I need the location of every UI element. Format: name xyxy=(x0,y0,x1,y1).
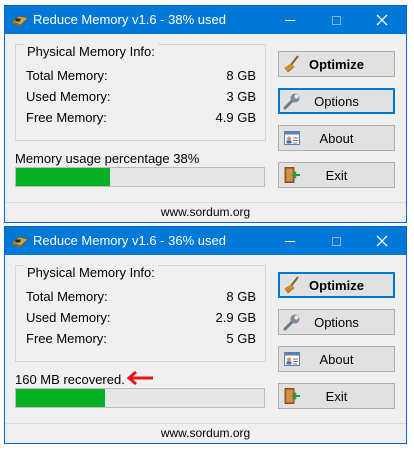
memory-chip-icon xyxy=(11,234,29,248)
exit-door-icon xyxy=(283,166,301,184)
reduce-memory-window-2: Reduce Memory v1.6 - 36% used Physical M… xyxy=(4,226,407,444)
total-memory-label: Total Memory: xyxy=(26,68,108,83)
options-button[interactable]: Options xyxy=(278,88,395,114)
about-button[interactable]: About xyxy=(278,125,395,151)
wrench-icon xyxy=(283,92,301,110)
optimize-label: Optimize xyxy=(309,277,364,293)
title-bar[interactable]: Reduce Memory v1.6 - 36% used xyxy=(5,227,406,255)
memory-usage-progress-bar xyxy=(15,388,265,408)
wrench-icon xyxy=(283,313,301,331)
free-memory-label: Free Memory: xyxy=(26,331,107,346)
total-memory-label: Total Memory: xyxy=(26,289,108,304)
free-memory-label: Free Memory: xyxy=(26,110,107,125)
close-icon xyxy=(376,235,388,247)
optimize-label: Optimize xyxy=(309,56,364,72)
title-bar[interactable]: Reduce Memory v1.6 - 38% used xyxy=(5,6,406,34)
progress-fill xyxy=(16,168,111,186)
free-memory-value: 4.9 GB xyxy=(215,110,256,125)
maximize-icon xyxy=(331,15,341,25)
minimize-button[interactable] xyxy=(267,227,313,255)
group-title: Physical Memory Info: xyxy=(24,44,158,59)
physical-memory-group: Physical Memory Info: Total Memory: 8 GB… xyxy=(15,44,266,141)
about-button[interactable]: About xyxy=(278,346,395,372)
exit-label: Exit xyxy=(325,167,348,183)
footer-link[interactable]: www.sordum.org xyxy=(5,423,406,443)
total-memory-row: Total Memory: 8 GB xyxy=(26,289,256,307)
group-title: Physical Memory Info: xyxy=(24,265,158,280)
free-memory-row: Free Memory: 5 GB xyxy=(26,331,256,349)
exit-button[interactable]: Exit xyxy=(278,162,395,188)
memory-usage-progress-bar xyxy=(15,167,265,187)
minimize-icon xyxy=(285,19,295,21)
options-label: Options xyxy=(314,314,359,330)
total-memory-row: Total Memory: 8 GB xyxy=(26,68,256,86)
maximize-button[interactable] xyxy=(313,227,359,255)
used-memory-row: Used Memory: 2.9 GB xyxy=(26,310,256,328)
options-button[interactable]: Options xyxy=(278,309,395,335)
optimize-button[interactable]: Optimize xyxy=(278,51,395,77)
maximize-icon xyxy=(331,236,341,246)
memory-chip-icon xyxy=(11,13,29,27)
physical-memory-group: Physical Memory Info: Total Memory: 8 GB… xyxy=(15,265,266,362)
total-memory-value: 8 GB xyxy=(226,68,256,83)
status-text: Memory usage percentage 38% xyxy=(15,151,200,166)
maximize-button[interactable] xyxy=(313,6,359,34)
window-title: Reduce Memory v1.6 - 38% used xyxy=(33,12,226,27)
minimize-icon xyxy=(285,240,295,242)
optimize-button[interactable]: Optimize xyxy=(278,272,395,298)
window-title: Reduce Memory v1.6 - 36% used xyxy=(33,233,226,248)
broom-icon xyxy=(283,55,301,73)
broom-icon xyxy=(283,276,301,294)
close-button[interactable] xyxy=(359,227,405,255)
close-button[interactable] xyxy=(359,6,405,34)
exit-door-icon xyxy=(283,387,301,405)
status-text: 160 MB recovered. xyxy=(15,372,125,387)
free-memory-row: Free Memory: 4.9 GB xyxy=(26,110,256,128)
red-arrow-left-icon xyxy=(125,369,155,387)
used-memory-value: 3 GB xyxy=(226,89,256,104)
about-label: About xyxy=(319,130,354,146)
total-memory-value: 8 GB xyxy=(226,289,256,304)
exit-label: Exit xyxy=(325,388,348,404)
id-card-icon xyxy=(283,350,301,368)
used-memory-value: 2.9 GB xyxy=(215,310,256,325)
footer-link[interactable]: www.sordum.org xyxy=(5,202,406,222)
used-memory-label: Used Memory: xyxy=(26,310,111,325)
about-label: About xyxy=(319,351,354,367)
used-memory-label: Used Memory: xyxy=(26,89,111,104)
free-memory-value: 5 GB xyxy=(226,331,256,346)
used-memory-row: Used Memory: 3 GB xyxy=(26,89,256,107)
minimize-button[interactable] xyxy=(267,6,313,34)
progress-fill xyxy=(16,389,106,407)
exit-button[interactable]: Exit xyxy=(278,383,395,409)
close-icon xyxy=(376,14,388,26)
id-card-icon xyxy=(283,129,301,147)
reduce-memory-window-1: Reduce Memory v1.6 - 38% used Physical M… xyxy=(4,5,407,223)
options-label: Options xyxy=(314,93,359,109)
